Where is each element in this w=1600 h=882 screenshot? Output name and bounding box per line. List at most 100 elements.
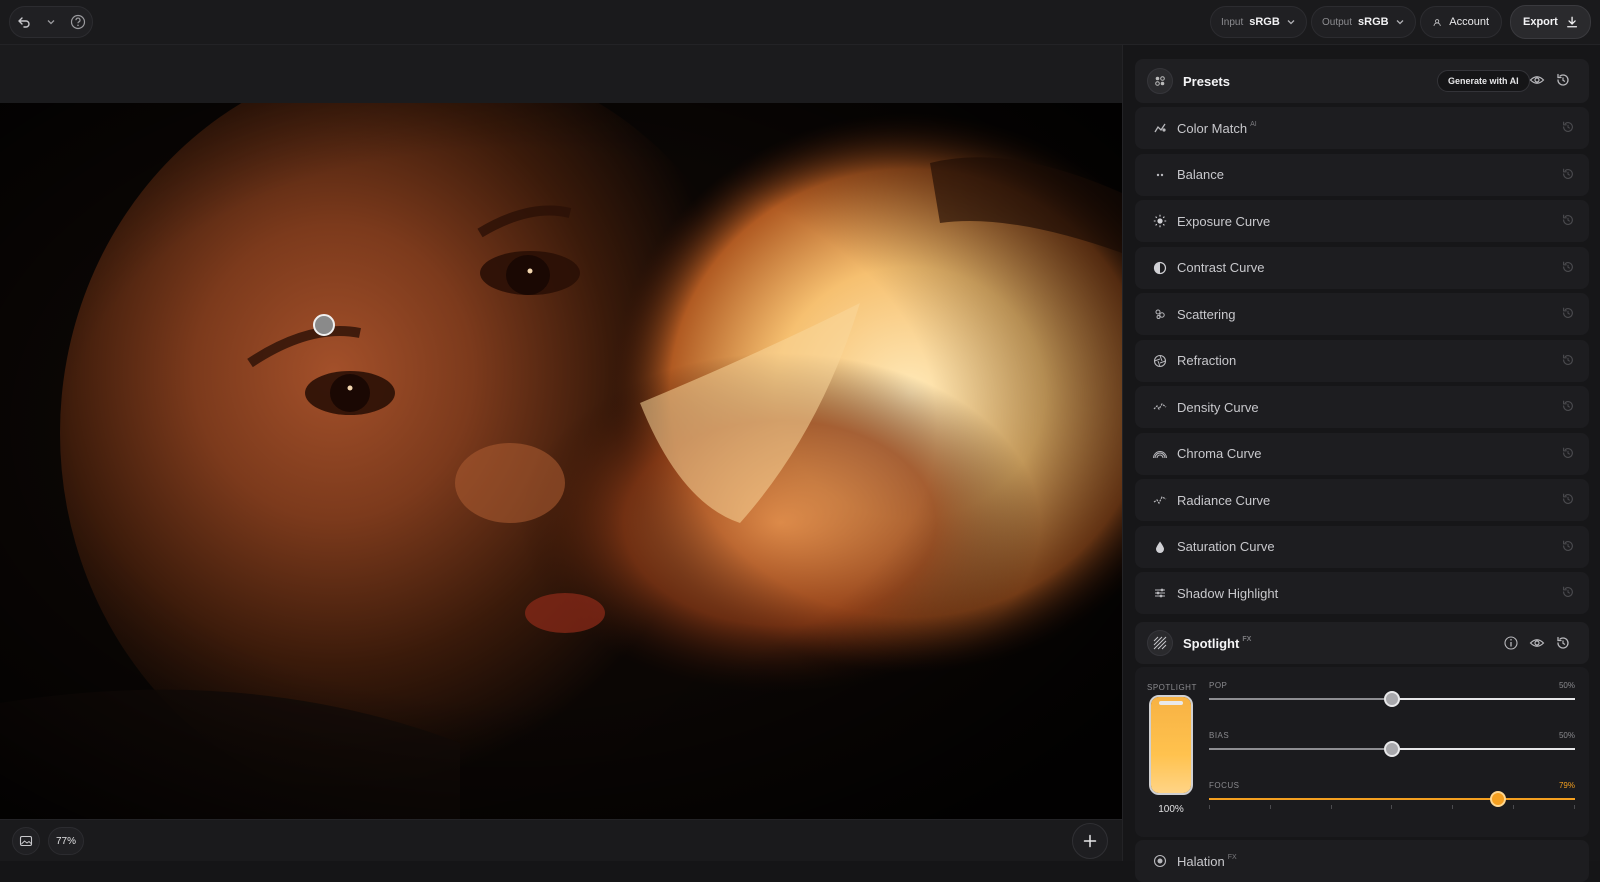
reset-icon[interactable] bbox=[1561, 120, 1575, 139]
reset-icon[interactable] bbox=[1561, 492, 1575, 511]
slider-thumb[interactable] bbox=[1490, 791, 1507, 807]
presets-icon bbox=[1147, 68, 1173, 94]
spotlight-controls: SPOTLIGHT 100% POP 50% BIAS 50% FOCUS 79% bbox=[1135, 667, 1589, 837]
spotlight-hatch-icon bbox=[1147, 630, 1173, 656]
top-bar: Input sRGB Output sRGB Account Export bbox=[0, 0, 1600, 45]
reset-icon[interactable] bbox=[1555, 72, 1571, 88]
reset-icon[interactable] bbox=[1561, 306, 1575, 325]
section-label: Color Match AI bbox=[1177, 120, 1257, 136]
slider-thumb[interactable] bbox=[1384, 691, 1400, 707]
section-chroma-curve[interactable]: Chroma Curve bbox=[1135, 432, 1589, 475]
presets-label: Presets bbox=[1183, 73, 1230, 89]
image-view-button[interactable] bbox=[12, 827, 40, 855]
section-label: Density Curve bbox=[1177, 399, 1259, 415]
slider-track[interactable] bbox=[1209, 798, 1575, 800]
spotlight-handle[interactable] bbox=[313, 314, 335, 336]
reset-icon[interactable] bbox=[1561, 353, 1575, 372]
slider-thumb[interactable] bbox=[1384, 741, 1400, 757]
spotlight-header[interactable]: Spotlight FX bbox=[1135, 622, 1589, 664]
section-label: Scattering bbox=[1177, 306, 1236, 322]
zoom-level: 77% bbox=[55, 835, 76, 847]
help-icon[interactable] bbox=[70, 14, 86, 30]
slider-pop[interactable]: POP 50% bbox=[1209, 681, 1575, 711]
slider-value: 79% bbox=[1558, 781, 1575, 790]
user-icon bbox=[1433, 18, 1441, 26]
density-icon bbox=[1153, 403, 1167, 411]
section-scattering[interactable]: Scattering bbox=[1135, 293, 1589, 335]
scattering-icon bbox=[1155, 309, 1165, 319]
spotlight-amount-slider[interactable] bbox=[1149, 695, 1193, 795]
eye-icon[interactable] bbox=[1529, 635, 1545, 651]
rainbow-icon bbox=[1153, 450, 1167, 458]
output-value: sRGB bbox=[1358, 16, 1389, 28]
aperture-icon bbox=[1153, 354, 1167, 367]
output-colorspace-select[interactable]: Output sRGB bbox=[1311, 6, 1416, 38]
section-label: Exposure Curve bbox=[1177, 213, 1271, 229]
slider-value: 50% bbox=[1558, 681, 1575, 690]
spotlight-amount-value: 100% bbox=[1158, 804, 1184, 815]
section-label: Balance bbox=[1177, 167, 1224, 182]
chevron-down-icon bbox=[1396, 20, 1404, 25]
half-circle-icon bbox=[1153, 261, 1167, 274]
input-colorspace-select[interactable]: Input sRGB bbox=[1210, 6, 1307, 38]
slider-label: POP bbox=[1209, 681, 1228, 690]
input-key: Input bbox=[1221, 16, 1244, 28]
section-density-curve[interactable]: Density Curve bbox=[1135, 386, 1589, 428]
reset-icon[interactable] bbox=[1561, 260, 1575, 279]
zoom-level-button[interactable]: 77% bbox=[48, 827, 84, 855]
section-contrast-curve[interactable]: Contrast Curve bbox=[1135, 246, 1589, 289]
generate-with-ai-button[interactable]: Generate with AI bbox=[1437, 70, 1530, 92]
image-icon bbox=[19, 835, 33, 847]
section-color-match[interactable]: Color Match AI bbox=[1135, 107, 1589, 149]
balance-icon bbox=[1156, 173, 1164, 176]
reset-icon[interactable] bbox=[1561, 399, 1575, 418]
spotlight-vertical-label: SPOTLIGHT bbox=[1147, 683, 1197, 692]
slider-label: FOCUS bbox=[1209, 781, 1240, 790]
photo-preview[interactable] bbox=[0, 103, 1122, 819]
section-saturation-curve[interactable]: Saturation Curve bbox=[1135, 525, 1589, 568]
section-exposure-curve[interactable]: Exposure Curve bbox=[1135, 200, 1589, 242]
presets-header[interactable]: Presets Generate with AI bbox=[1135, 59, 1589, 103]
download-icon bbox=[1566, 16, 1577, 28]
account-label: Account bbox=[1449, 16, 1489, 28]
section-label: Contrast Curve bbox=[1177, 260, 1265, 275]
section-label: Refraction bbox=[1177, 353, 1237, 368]
drop-icon bbox=[1156, 541, 1164, 553]
plus-icon bbox=[1083, 834, 1097, 848]
spotlight-amount-handle[interactable] bbox=[1159, 701, 1183, 705]
undo-icon[interactable] bbox=[16, 14, 31, 30]
adjustments-panel: Presets Generate with AI Color Match AI Ba… bbox=[1122, 45, 1600, 882]
slider-bias[interactable]: BIAS 50% bbox=[1209, 731, 1575, 761]
section-refraction[interactable]: Refraction bbox=[1135, 339, 1589, 382]
reset-icon[interactable] bbox=[1561, 213, 1575, 232]
reset-icon[interactable] bbox=[1561, 446, 1575, 465]
output-key: Output bbox=[1322, 16, 1353, 28]
sun-icon bbox=[1153, 214, 1167, 228]
eye-icon[interactable] bbox=[1529, 72, 1545, 88]
slider-focus[interactable]: FOCUS 79% bbox=[1209, 781, 1575, 811]
section-label: Radiance Curve bbox=[1177, 492, 1271, 508]
add-button[interactable] bbox=[1072, 823, 1108, 859]
info-icon[interactable] bbox=[1503, 635, 1519, 651]
reset-icon[interactable] bbox=[1561, 539, 1575, 558]
account-button[interactable]: Account bbox=[1420, 6, 1502, 38]
reset-icon[interactable] bbox=[1561, 167, 1575, 186]
chevron-down-icon bbox=[1287, 20, 1295, 25]
reset-icon[interactable] bbox=[1561, 585, 1575, 604]
history-controls bbox=[9, 6, 93, 38]
focus-ticks bbox=[1209, 805, 1575, 811]
slider-value: 50% bbox=[1558, 731, 1575, 740]
spotlight-label: Spotlight FX bbox=[1183, 635, 1252, 651]
section-shadow-highlight[interactable]: Shadow Highlight bbox=[1135, 572, 1589, 614]
export-button[interactable]: Export bbox=[1510, 5, 1591, 39]
export-label: Export bbox=[1523, 16, 1558, 28]
radiance-icon bbox=[1153, 496, 1167, 505]
section-label: Chroma Curve bbox=[1177, 446, 1262, 461]
spotlight-amount-fill bbox=[1151, 697, 1191, 793]
section-balance[interactable]: Balance bbox=[1135, 153, 1589, 196]
section-halation[interactable]: Halation FX bbox=[1135, 840, 1589, 882]
chevron-down-icon[interactable] bbox=[43, 14, 58, 30]
section-radiance-curve[interactable]: Radiance Curve bbox=[1135, 479, 1589, 521]
reset-icon[interactable] bbox=[1555, 635, 1571, 651]
image-canvas[interactable] bbox=[0, 45, 1122, 819]
